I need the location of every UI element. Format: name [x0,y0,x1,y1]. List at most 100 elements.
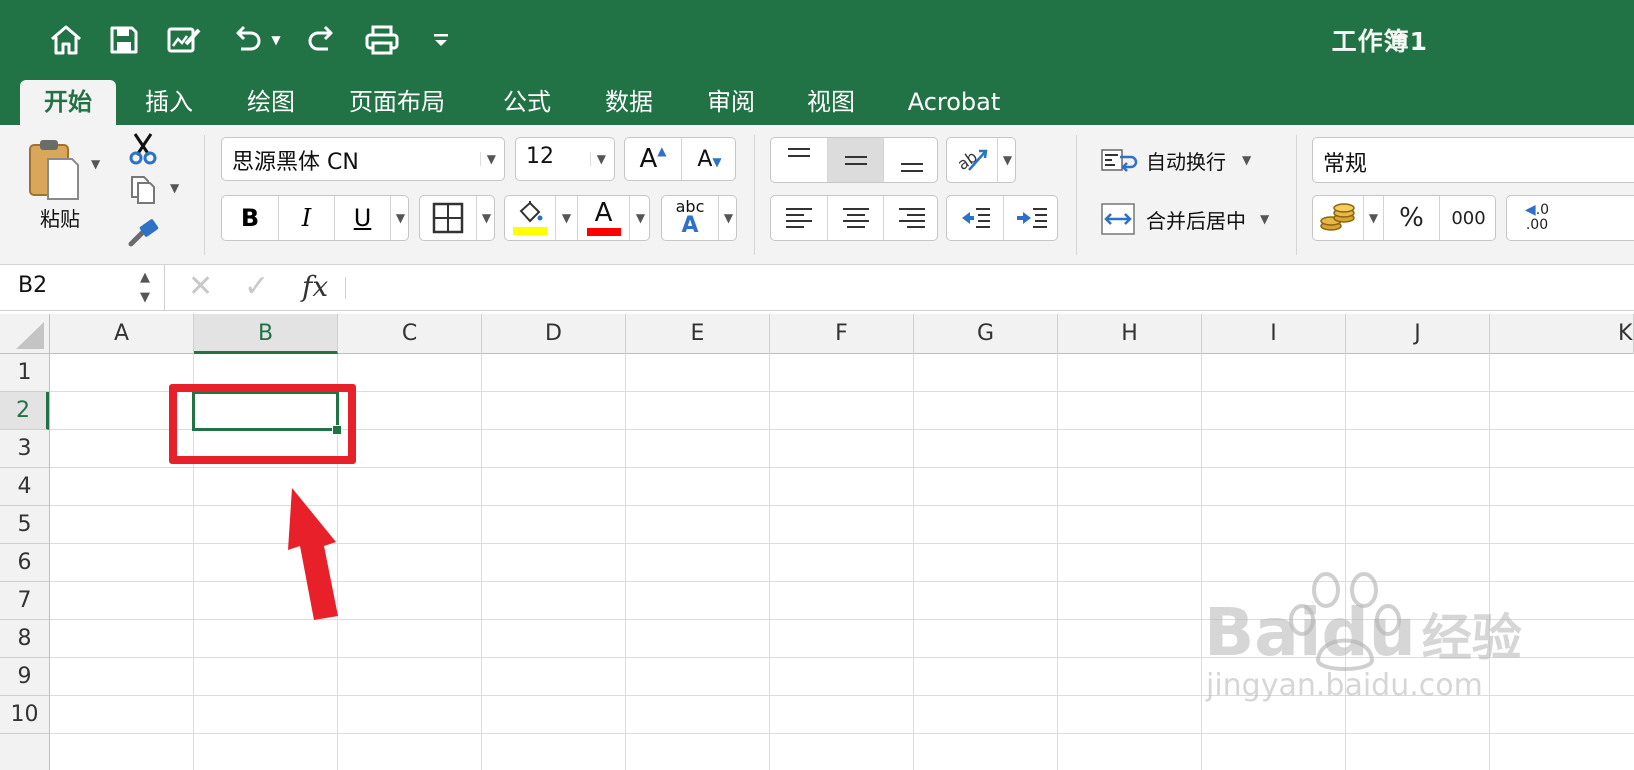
enter-icon[interactable]: ✓ [244,269,269,304]
phonetic-dropdown[interactable]: ▼ [718,196,738,240]
tab-home[interactable]: 开始 [20,80,116,125]
format-painter-button[interactable] [124,215,164,251]
wrap-text-dropdown-icon[interactable]: ▼ [1242,153,1251,167]
workbook-title: 工作簿1 [1331,27,1428,56]
orientation-dropdown[interactable]: ▼ [997,138,1017,182]
paste-button[interactable] [22,133,86,205]
tab-acrobat[interactable]: Acrobat [896,80,1012,125]
underline-button[interactable]: U [334,196,390,240]
row-header-9[interactable]: 9 [0,658,49,696]
row-header-4[interactable]: 4 [0,468,49,506]
row-header-5[interactable]: 5 [0,506,49,544]
font-size-dropdown-icon[interactable]: ▼ [589,152,606,166]
align-right-button[interactable] [883,196,939,240]
title-bar: ▼ 工作簿1 [0,0,1634,80]
tab-review[interactable]: 审阅 [690,80,772,125]
cut-button[interactable] [124,129,162,167]
column-header-i[interactable]: I [1202,314,1346,354]
print-button[interactable] [362,16,402,64]
fill-color-swatch [513,227,547,235]
accounting-dropdown[interactable]: ▼ [1363,196,1383,240]
copy-button[interactable] [124,171,162,207]
copy-dropdown-icon[interactable]: ▼ [170,181,179,195]
decimal-bottom-value: .00 [1525,217,1549,233]
name-box[interactable]: B2 ▲ ▼ [0,265,165,311]
align-top-button[interactable] [771,138,827,182]
row-header-6[interactable]: 6 [0,544,49,582]
undo-dropdown-icon[interactable]: ▼ [271,33,280,47]
decrease-font-size-button[interactable]: A▼ [681,138,737,180]
watermark-brand: Baidu 经验 [1204,594,1522,671]
home-button[interactable] [46,16,86,64]
percent-button[interactable]: % [1383,196,1439,240]
phonetic-button[interactable]: abc A [662,196,718,240]
column-header-b[interactable]: B [194,314,338,354]
font-name-box[interactable]: 思源黑体 CN ▼ [221,137,505,181]
font-name-dropdown-icon[interactable]: ▼ [479,152,496,166]
increase-indent-button[interactable] [1003,196,1059,240]
align-left-button[interactable] [771,196,827,240]
italic-button[interactable]: I [278,196,334,240]
tab-view[interactable]: 视图 [790,80,872,125]
row-header-7[interactable]: 7 [0,582,49,620]
customize-quick-access-button[interactable] [428,16,454,64]
undo-button[interactable]: ▼ [224,16,286,64]
decrease-indent-button[interactable] [947,196,1003,240]
insert-function-button[interactable]: fx [302,270,328,303]
column-header-a[interactable]: A [50,314,194,354]
formula-bar: B2 ▲ ▼ ✕ ✓ fx [0,265,1634,311]
column-header-k[interactable]: K [1490,314,1634,354]
align-left-icon [786,208,812,228]
merge-center-button[interactable]: 合并后居中 ▼ [1098,199,1280,239]
fill-color-button[interactable] [505,196,555,240]
name-box-stepper-icon[interactable]: ▲ ▼ [140,268,150,308]
bold-button[interactable]: B [222,196,278,240]
cancel-icon[interactable]: ✕ [188,269,213,304]
save-icon [110,26,138,54]
underline-dropdown[interactable]: ▼ [390,196,410,240]
row-header-1[interactable]: 1 [0,354,49,392]
row-header-10[interactable]: 10 [0,696,49,734]
increase-font-size-button[interactable]: A▲ [625,138,681,180]
thousands-separator-button[interactable]: 000 [1439,196,1497,240]
select-all-button[interactable] [0,314,50,354]
row-header-2[interactable]: 2 [0,392,49,430]
column-header-c[interactable]: C [338,314,482,354]
borders-dropdown-icon: ▼ [481,211,492,225]
column-header-j[interactable]: J [1346,314,1490,354]
orientation-button[interactable]: ab [947,138,997,182]
formula-input[interactable] [360,265,1620,311]
align-center-button[interactable] [827,196,883,240]
fill-color-dropdown[interactable]: ▼ [555,196,577,240]
merge-center-dropdown-icon[interactable]: ▼ [1260,212,1269,226]
tab-data[interactable]: 数据 [588,80,670,125]
borders-button[interactable] [420,196,476,240]
column-header-g[interactable]: G [914,314,1058,354]
font-size-box[interactable]: 12 ▼ [515,137,615,181]
column-header-e[interactable]: E [626,314,770,354]
redo-button[interactable] [302,16,342,64]
font-color-dropdown[interactable]: ▼ [629,196,651,240]
row-header-8[interactable]: 8 [0,620,49,658]
row-header-3[interactable]: 3 [0,430,49,468]
tab-insert[interactable]: 插入 [128,80,210,125]
grid-line [1345,354,1346,770]
edit-button[interactable] [164,16,204,64]
tab-page-layout[interactable]: 页面布局 [334,80,460,125]
wrap-text-button[interactable]: 自动换行 ▼ [1098,141,1280,179]
column-header-f[interactable]: F [770,314,914,354]
paste-dropdown-icon[interactable]: ▼ [91,157,100,171]
align-bottom-button[interactable] [883,138,939,182]
number-format-box[interactable]: 常规 [1312,137,1634,183]
save-button[interactable] [106,16,142,64]
font-color-button[interactable]: A [577,196,629,240]
tab-draw[interactable]: 绘图 [230,80,312,125]
paint-bucket-icon [519,201,543,223]
column-header-h[interactable]: H [1058,314,1202,354]
tab-formulas[interactable]: 公式 [486,80,568,125]
accounting-format-button[interactable] [1313,196,1363,240]
increase-decimal-button[interactable]: ◀.0 .00 [1507,196,1567,240]
align-middle-button[interactable] [827,138,883,182]
column-header-d[interactable]: D [482,314,626,354]
borders-dropdown[interactable]: ▼ [476,196,496,240]
